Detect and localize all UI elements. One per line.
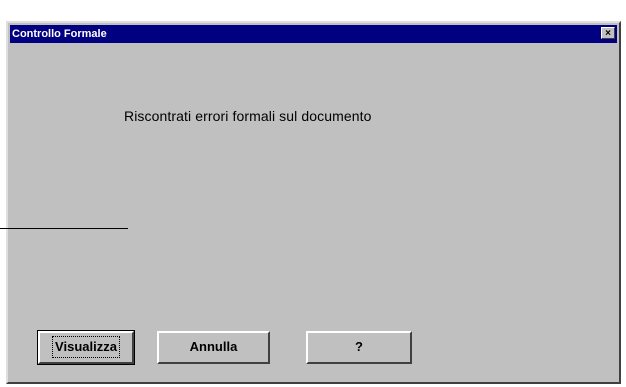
close-icon: × xyxy=(605,28,611,39)
dialog-message: Riscontrati errori formali sul documento xyxy=(124,108,372,124)
visualizza-button[interactable]: Visualizza xyxy=(37,330,135,365)
dialog-window: Controllo Formale × xyxy=(6,21,621,384)
help-label: ? xyxy=(355,339,363,354)
pointer-line xyxy=(0,228,128,229)
visualizza-label: Visualizza xyxy=(52,336,120,358)
close-button[interactable]: × xyxy=(601,27,615,39)
annulla-label: Annulla xyxy=(189,339,238,354)
title-bar: Controllo Formale × xyxy=(10,25,617,43)
help-button[interactable]: ? xyxy=(306,331,412,364)
window-title: Controllo Formale xyxy=(12,28,107,40)
annulla-button[interactable]: Annulla xyxy=(157,331,270,364)
